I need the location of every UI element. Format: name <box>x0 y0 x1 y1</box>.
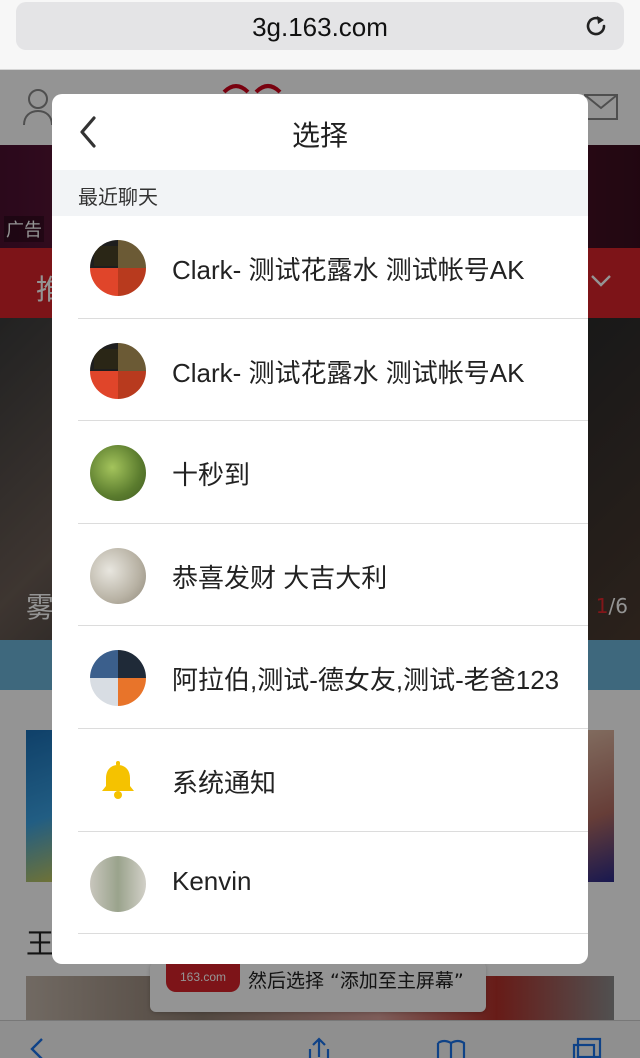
dialog-header: 选择 <box>52 94 588 170</box>
chat-name: 系统通知 <box>172 767 277 798</box>
section-title: 最近聊天 <box>78 185 158 209</box>
avatar <box>90 547 146 604</box>
chat-name: 恭喜发财 大吉大利 <box>172 562 388 593</box>
avatar <box>90 342 146 399</box>
avatar <box>90 240 146 296</box>
group-avatar <box>90 650 146 707</box>
chat-item[interactable]: Clark- 测试花露水 测试帐号AK <box>52 216 588 319</box>
url-text: 3g.163.com <box>252 12 388 42</box>
select-chat-dialog: 选择 最近聊天 Clark- 测试花露水 测试帐号AK Clark- 测试花露水… <box>52 94 588 964</box>
chat-name: 阿拉伯,测试-德女友,测试-老爸123 <box>172 665 560 696</box>
dialog-title: 选择 <box>291 119 348 152</box>
chat-item[interactable]: 系统通知 <box>52 729 588 832</box>
chat-name: Kenvin <box>172 865 252 896</box>
chat-name: Clark- 测试花露水 测试帐号AK <box>172 357 525 388</box>
avatar <box>90 445 146 502</box>
recent-chat-list: Clark- 测试花露水 测试帐号AK Clark- 测试花露水 测试帐号AK … <box>52 216 588 934</box>
chat-item[interactable]: 阿拉伯,测试-德女友,测试-老爸123 <box>52 626 588 729</box>
chat-item[interactable]: Kenvin <box>52 832 588 935</box>
chat-item[interactable]: 恭喜发财 大吉大利 <box>52 524 588 627</box>
chat-item[interactable]: 十秒到 <box>52 421 588 524</box>
bell-icon <box>90 752 146 809</box>
reload-icon[interactable] <box>582 12 610 40</box>
chat-name: 十秒到 <box>172 460 251 491</box>
browser-address-bar: 3g.163.com <box>0 0 640 70</box>
avatar <box>90 855 146 912</box>
section-header: 最近聊天 <box>52 170 588 216</box>
chat-name: Clark- 测试花露水 测试帐号AK <box>172 255 525 285</box>
chat-item[interactable]: Clark- 测试花露水 测试帐号AK <box>52 319 588 422</box>
url-field[interactable]: 3g.163.com <box>16 2 624 50</box>
